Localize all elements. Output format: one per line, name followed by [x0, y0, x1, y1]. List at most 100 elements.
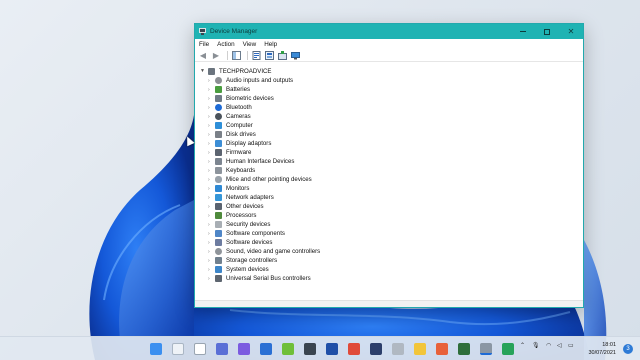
- expand-chevron-icon[interactable]: ›: [208, 177, 215, 183]
- tree-item-display-adaptors[interactable]: › Display adaptors: [208, 139, 271, 148]
- expand-chevron-icon[interactable]: ›: [208, 240, 215, 246]
- expand-chevron-icon[interactable]: ›: [208, 267, 215, 273]
- tree-item-label: Audio inputs and outputs: [226, 77, 294, 84]
- search-icon[interactable]: [172, 343, 184, 355]
- expand-chevron-icon[interactable]: ›: [208, 222, 215, 228]
- tree-item-bluetooth[interactable]: › Bluetooth: [208, 103, 252, 112]
- tree-item-other-devices[interactable]: › Other devices: [208, 202, 264, 211]
- widgets-icon[interactable]: [216, 343, 228, 355]
- device-manager-icon: [199, 28, 206, 35]
- tree-item-sound-video-game[interactable]: › Sound, video and game controllers: [208, 247, 320, 256]
- speaker-icon: [215, 248, 222, 255]
- app-icon[interactable]: [392, 343, 404, 355]
- tree-item-software-devices[interactable]: › Software devices: [208, 238, 272, 247]
- tree-item-system-devices[interactable]: › System devices: [208, 265, 269, 274]
- tree-item-audio[interactable]: › Audio inputs and outputs: [208, 76, 293, 85]
- tree-item-biometric[interactable]: › Biometric devices: [208, 94, 274, 103]
- tree-item-keyboards[interactable]: › Keyboards: [208, 166, 255, 175]
- tree-item-processors[interactable]: › Processors: [208, 211, 256, 220]
- expand-chevron-icon[interactable]: ›: [208, 105, 215, 111]
- expand-chevron-icon[interactable]: ›: [208, 168, 215, 174]
- expand-chevron-icon[interactable]: ›: [208, 123, 215, 129]
- collapse-chevron-icon[interactable]: ▼: [200, 68, 208, 74]
- expand-chevron-icon[interactable]: ›: [208, 141, 215, 147]
- task-view-icon[interactable]: [194, 343, 206, 355]
- battery-icon[interactable]: ▭: [568, 342, 574, 349]
- clock[interactable]: 18:01 30/07/2021: [588, 341, 616, 357]
- expand-chevron-icon[interactable]: ›: [208, 186, 215, 192]
- expand-chevron-icon[interactable]: ›: [208, 204, 215, 210]
- expand-chevron-icon[interactable]: ›: [208, 114, 215, 120]
- menu-file[interactable]: File: [199, 41, 209, 48]
- device-manager-taskbar-icon[interactable]: [480, 343, 492, 355]
- maximize-button[interactable]: [535, 24, 559, 39]
- tree-item-batteries[interactable]: › Batteries: [208, 85, 250, 94]
- display-adapter-icon: [215, 140, 222, 147]
- tree-item-storage-controllers[interactable]: › Storage controllers: [208, 256, 277, 265]
- tree-root[interactable]: ▼ TECHPROADVICE: [200, 67, 271, 75]
- expand-chevron-icon[interactable]: ›: [208, 231, 215, 237]
- expand-chevron-icon[interactable]: ›: [208, 132, 215, 138]
- properties-button[interactable]: [251, 51, 261, 61]
- menu-help[interactable]: Help: [264, 41, 277, 48]
- snip-icon[interactable]: [348, 343, 360, 355]
- device-tree: ▼ TECHPROADVICE › Audio inputs and output…: [195, 64, 583, 299]
- tree-item-network-adapters[interactable]: › Network adapters: [208, 193, 274, 202]
- expand-chevron-icon[interactable]: ›: [208, 159, 215, 165]
- show-hide-console-tree-button[interactable]: [231, 51, 241, 61]
- tree-item-label: Disk drives: [226, 131, 256, 138]
- expand-chevron-icon[interactable]: ›: [208, 150, 215, 156]
- file-explorer-icon[interactable]: [414, 343, 426, 355]
- expand-chevron-icon[interactable]: ›: [208, 213, 215, 219]
- tree-item-mice[interactable]: › Mice and other pointing devices: [208, 175, 312, 184]
- expand-chevron-icon[interactable]: ›: [208, 195, 215, 201]
- app-icon[interactable]: [436, 343, 448, 355]
- tree-item-cameras[interactable]: › Cameras: [208, 112, 251, 121]
- unknown-device-icon: [215, 203, 222, 210]
- app-icon[interactable]: [502, 343, 514, 355]
- tree-item-label: Security devices: [226, 221, 271, 228]
- teams-chat-icon[interactable]: [238, 343, 250, 355]
- expand-chevron-icon[interactable]: ›: [208, 96, 215, 102]
- minimize-button[interactable]: [511, 24, 535, 39]
- wifi-icon[interactable]: ◠: [546, 342, 551, 349]
- edge-icon[interactable]: [260, 343, 272, 355]
- app-icon[interactable]: [304, 343, 316, 355]
- menu-view[interactable]: View: [243, 41, 257, 48]
- tree-item-disk-drives[interactable]: › Disk drives: [208, 130, 256, 139]
- expand-chevron-icon[interactable]: ›: [208, 249, 215, 255]
- app-icon[interactable]: [370, 343, 382, 355]
- back-button[interactable]: ◀: [198, 51, 208, 61]
- window-title: Device Manager: [210, 28, 258, 35]
- menu-action[interactable]: Action: [217, 41, 235, 48]
- firmware-icon: [215, 149, 222, 156]
- expand-chevron-icon[interactable]: ›: [208, 276, 215, 282]
- store-icon[interactable]: [326, 343, 338, 355]
- tree-item-usb-controllers[interactable]: › Universal Serial Bus controllers: [208, 274, 311, 283]
- tree-item-security-devices[interactable]: › Security devices: [208, 220, 270, 229]
- tree-item-firmware[interactable]: › Firmware: [208, 148, 251, 157]
- title-bar[interactable]: Device Manager ✕: [195, 24, 583, 39]
- chevron-up-icon[interactable]: ⌃: [520, 342, 525, 349]
- expand-chevron-icon[interactable]: ›: [208, 258, 215, 264]
- close-button[interactable]: ✕: [559, 24, 583, 39]
- camtasia-icon[interactable]: [282, 343, 294, 355]
- notification-badge[interactable]: 3: [623, 344, 633, 354]
- scan-hardware-button[interactable]: [290, 51, 300, 61]
- microphone-icon[interactable]: 🎙: [532, 342, 540, 349]
- tree-item-software-components[interactable]: › Software components: [208, 229, 285, 238]
- start-button[interactable]: [150, 343, 162, 355]
- minimize-icon: [520, 31, 526, 32]
- update-driver-button[interactable]: [277, 51, 287, 61]
- volume-icon[interactable]: ◁: [557, 342, 562, 349]
- tree-item-label: Software components: [226, 230, 285, 237]
- tree-item-monitors[interactable]: › Monitors: [208, 184, 249, 193]
- forward-button[interactable]: ▶: [211, 51, 221, 61]
- help-button[interactable]: [264, 51, 274, 61]
- hid-icon: [215, 158, 222, 165]
- expand-chevron-icon[interactable]: ›: [208, 87, 215, 93]
- expand-chevron-icon[interactable]: ›: [208, 78, 215, 84]
- app-icon[interactable]: [458, 343, 470, 355]
- tree-item-computer[interactable]: › Computer: [208, 121, 253, 130]
- tree-item-hid[interactable]: › Human Interface Devices: [208, 157, 294, 166]
